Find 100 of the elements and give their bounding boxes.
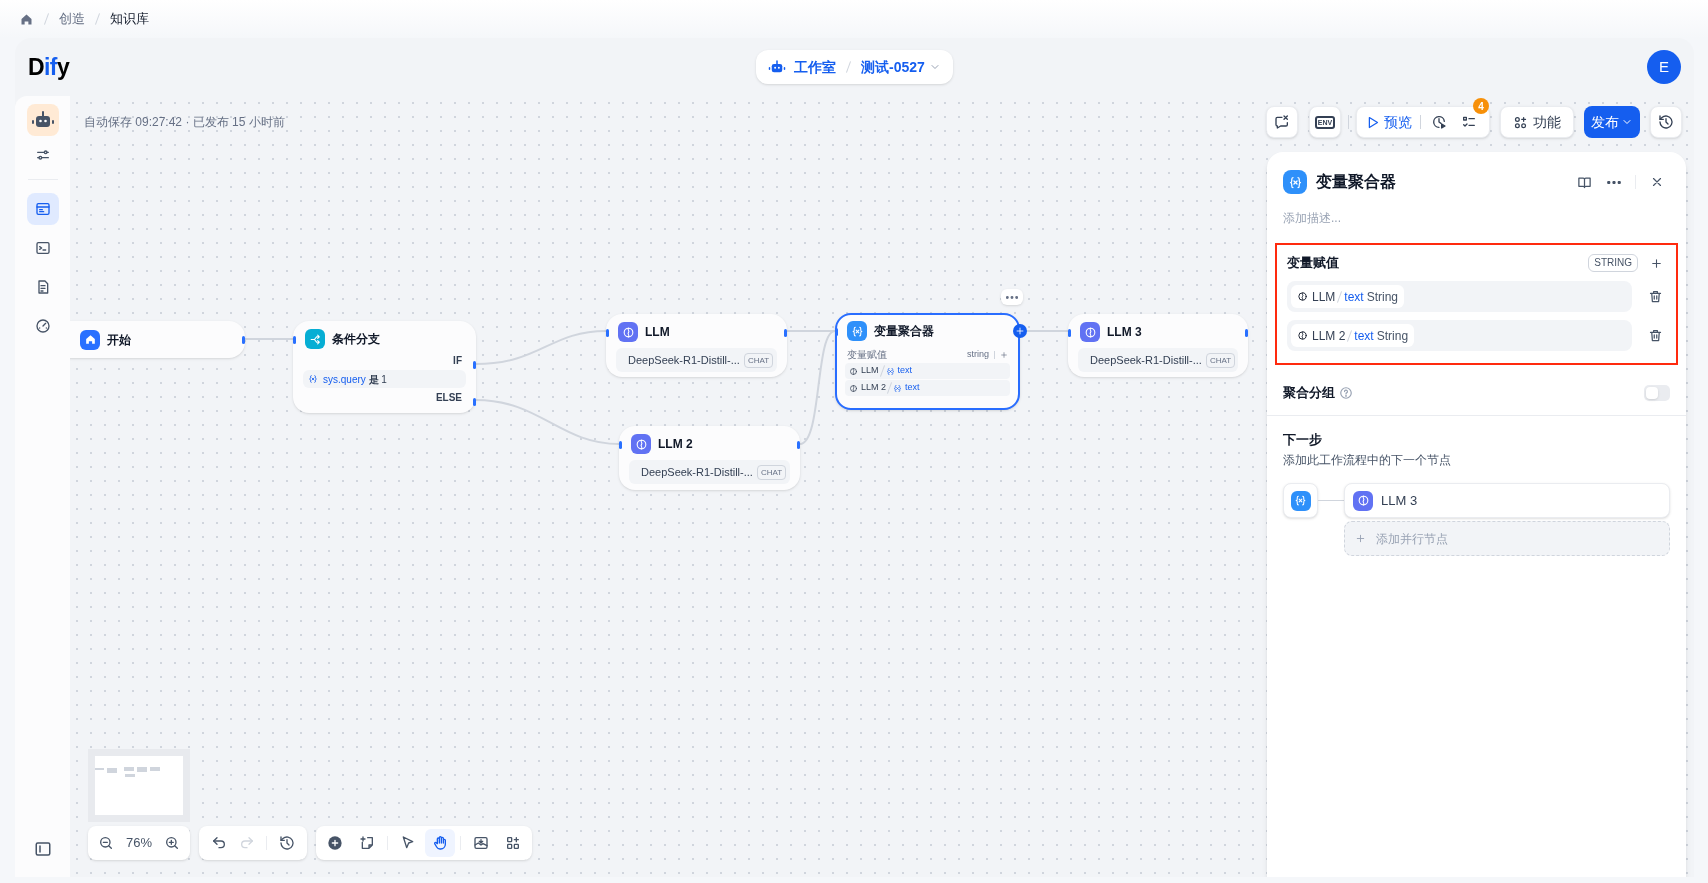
zoom-in-icon xyxy=(164,835,180,851)
more-button[interactable] xyxy=(1001,289,1023,305)
undo-icon xyxy=(210,835,227,851)
zoom-out-button[interactable] xyxy=(98,835,114,851)
condition-text: sys.query 是 1 xyxy=(323,372,387,387)
llm-icon xyxy=(631,434,651,454)
help-icon xyxy=(1339,385,1353,400)
book-icon xyxy=(1576,174,1592,190)
node-title: 开始 xyxy=(107,331,131,349)
type-label: string xyxy=(967,347,989,361)
connection-handle[interactable] xyxy=(242,336,245,344)
plus-icon xyxy=(1649,256,1663,270)
connection-handle[interactable] xyxy=(797,441,800,449)
mode-tag: CHAT xyxy=(756,464,787,480)
connection-handle[interactable] xyxy=(1068,329,1071,337)
model-name: DeepSeek-R1-Distill-... xyxy=(628,352,740,368)
undo-button[interactable] xyxy=(210,835,227,851)
connection-handle[interactable] xyxy=(473,398,476,406)
zoom-in-button[interactable] xyxy=(164,835,180,851)
breadcrumb-link[interactable]: 知识库 xyxy=(110,9,149,29)
workflow-node[interactable]: 条件分支 IF sys.query 是 1 ELSE xyxy=(293,321,476,413)
type-tag: STRING xyxy=(1588,254,1638,272)
next-node-card[interactable]: LLM 3 xyxy=(1344,483,1670,518)
node-title: LLM 2 xyxy=(658,436,693,453)
llm-icon xyxy=(618,322,638,342)
history-button[interactable] xyxy=(1650,106,1682,138)
mode-tag: CHAT xyxy=(1205,352,1236,368)
home-icon xyxy=(80,329,100,350)
node-title: LLM 3 xyxy=(1381,491,1418,510)
section-title: 变量赋值 xyxy=(1287,254,1339,273)
workflow-node[interactable]: LLM 3 DeepSeek-R1-Distill-... CHAT xyxy=(1068,314,1248,377)
redo-icon xyxy=(238,835,255,851)
app-switcher[interactable]: 工作室 测试-0527 xyxy=(756,50,953,84)
add-node-handle[interactable] xyxy=(1013,324,1027,338)
variable-icon xyxy=(308,374,318,384)
workflow-node[interactable]: 开始 xyxy=(70,321,245,358)
variable-tag: LLM 2 text String xyxy=(1291,324,1415,347)
sidebar-item[interactable] xyxy=(26,193,59,225)
connection-handle[interactable] xyxy=(606,329,609,337)
pointer-icon xyxy=(400,835,416,851)
version-history-button[interactable] xyxy=(279,835,296,851)
llm-icon xyxy=(1353,490,1373,511)
publish-button[interactable]: 发布 xyxy=(1584,106,1640,138)
sidebar-icon xyxy=(33,840,52,858)
note-icon xyxy=(359,835,375,851)
current-node-icon xyxy=(1283,483,1318,518)
branch-label: ELSE xyxy=(435,391,462,405)
image-icon xyxy=(473,835,489,851)
shapes-icon xyxy=(1513,114,1528,130)
section-description: 添加此工作流程中的下一个节点 xyxy=(1283,452,1452,469)
workflow-node[interactable]: 变量聚合器 变量赋值 string LLM text LLM 2 text xyxy=(835,313,1020,410)
workflow-node[interactable]: LLM 2 DeepSeek-R1-Distill-... CHAT xyxy=(619,426,800,490)
panel-title: 变量聚合器 xyxy=(1316,172,1396,192)
variable-field[interactable]: LLM text String xyxy=(1287,281,1632,312)
variable-field[interactable]: LLM 2 text String xyxy=(1287,320,1632,351)
history-icon xyxy=(1658,114,1674,130)
variable-icon xyxy=(847,321,867,341)
clear-chat-button[interactable] xyxy=(1266,106,1298,138)
llm-icon xyxy=(849,366,858,376)
toggle-switch[interactable] xyxy=(1644,384,1670,401)
more-icon xyxy=(1607,180,1621,184)
connection-handle[interactable] xyxy=(835,328,838,336)
avatar[interactable]: E xyxy=(1647,50,1681,84)
connection-handle[interactable] xyxy=(784,329,787,337)
variable-tag: LLM text String xyxy=(1291,285,1405,308)
connection-handle[interactable] xyxy=(473,361,476,369)
window-icon xyxy=(34,201,51,217)
connection-handle[interactable] xyxy=(1245,329,1248,337)
node-name: LLM xyxy=(861,364,879,378)
model-name: DeepSeek-R1-Distill-... xyxy=(1090,352,1202,368)
close-icon xyxy=(1650,175,1664,189)
features-button[interactable]: 功能 xyxy=(1500,106,1574,138)
tool-button[interactable] xyxy=(425,829,455,857)
connection-handle[interactable] xyxy=(293,336,296,344)
plus-icon xyxy=(1015,326,1025,336)
connection-handle[interactable] xyxy=(619,441,622,449)
variable-name: text xyxy=(897,364,913,378)
model-name: DeepSeek-R1-Distill-... xyxy=(641,464,753,480)
branch-icon xyxy=(305,329,325,349)
node-title: LLM xyxy=(645,324,670,341)
settings-icon xyxy=(34,147,51,163)
node-title: LLM 3 xyxy=(1107,324,1142,341)
setting-label: 聚合分组 xyxy=(1283,384,1335,402)
llm-icon xyxy=(1297,330,1308,341)
variable-icon xyxy=(893,383,902,393)
add-icon xyxy=(327,835,343,851)
breadcrumb-link[interactable]: 创造 xyxy=(59,9,85,29)
zoom-out-icon xyxy=(98,835,114,851)
llm-icon xyxy=(1080,322,1100,342)
workflow-node[interactable]: LLM DeepSeek-R1-Distill-... CHAT xyxy=(606,314,787,377)
trash-icon xyxy=(1647,328,1663,343)
node-title: 条件分支 xyxy=(332,331,380,348)
branch-label: IF xyxy=(453,354,462,368)
trash-icon xyxy=(1647,289,1663,304)
terminal-icon xyxy=(34,240,51,256)
chat-clear-icon xyxy=(1274,114,1290,130)
section-label: 变量赋值 xyxy=(847,348,887,362)
mode-tag: CHAT xyxy=(743,352,774,368)
description-field[interactable]: 添加描述... xyxy=(1283,209,1670,227)
zoom-level-button[interactable]: 76% xyxy=(126,833,152,853)
